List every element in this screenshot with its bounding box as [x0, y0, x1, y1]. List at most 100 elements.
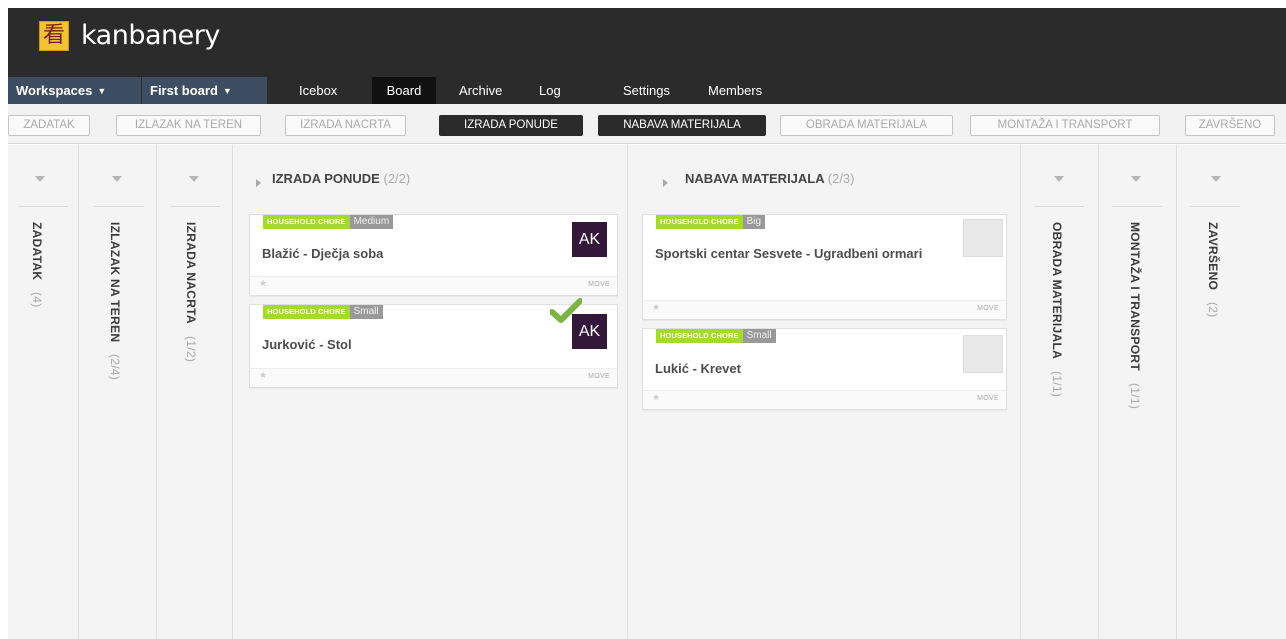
expand-column-arrow-icon[interactable] [1211, 176, 1221, 182]
column-divider [156, 145, 157, 639]
expand-column-arrow-icon[interactable] [35, 176, 45, 182]
collapsed-column-obrada-materijala[interactable]: OBRADA MATERIJALA (1/1) [1050, 222, 1064, 397]
star-icon[interactable]: ★ [652, 302, 660, 313]
column-header-rule [1190, 206, 1240, 207]
expand-column-arrow-icon[interactable] [1131, 176, 1141, 182]
column-title: IZLAZAK NA TEREN [108, 222, 122, 343]
column-title: OBRADA MATERIJALA [1050, 222, 1064, 360]
main-nav: Workspaces ▼ First board ▼ Icebox Board Ar… [8, 77, 1286, 104]
task-type-badge: HOUSEHOLD CHORE [656, 215, 743, 229]
collapsed-column-zavrseno[interactable]: ZAVRŠENO (2) [1206, 222, 1220, 317]
column-button-obrada-materijala[interactable]: OBRADA MATERIJALA [780, 115, 953, 136]
column-button-izlazak-na-teren[interactable]: IZLAZAK NA TEREN [116, 115, 261, 136]
move-button[interactable]: MOVE [588, 281, 610, 288]
column-header-rule [1112, 206, 1162, 207]
expand-column-arrow-icon[interactable] [112, 176, 122, 182]
card-tags: HOUSEHOLD CHORE Big [656, 215, 766, 229]
card-title: Lukić - Krevet [655, 361, 741, 376]
column-count: (4) [30, 291, 44, 308]
collapse-column-arrow-icon[interactable] [663, 179, 668, 187]
collapse-column-arrow-icon[interactable] [256, 179, 261, 187]
app-header: 看 kanbanery [8, 8, 1286, 77]
board-label: First board [150, 83, 218, 98]
column-header-rule [170, 206, 220, 207]
assignee-avatar: AK [572, 222, 607, 257]
column-count: (2/4) [108, 354, 122, 381]
tab-icebox[interactable]: Icebox [291, 77, 345, 104]
task-card[interactable]: HOUSEHOLD CHORE Small Jurković - Stol AK… [249, 298, 618, 388]
column-header-izrada-ponude: IZRADA PONUDE (2/2) [272, 171, 410, 186]
star-icon[interactable]: ★ [259, 370, 267, 381]
task-size-badge: Big [742, 215, 766, 229]
avatar-placeholder-image [963, 219, 1003, 257]
column-count: (2/3) [827, 171, 855, 186]
card-footer: ★ MOVE [250, 276, 617, 295]
card-tags: HOUSEHOLD CHORE Small [263, 305, 383, 319]
column-divider [1020, 145, 1021, 639]
tab-log[interactable]: Log [531, 77, 569, 104]
move-button[interactable]: MOVE [977, 305, 999, 312]
column-header-rule [18, 206, 68, 207]
tab-members[interactable]: Members [700, 77, 770, 104]
column-title: MONTAŽA I TRANSPORT [1128, 222, 1142, 372]
column-title: IZRADA NACRTA [184, 222, 198, 324]
tab-archive[interactable]: Archive [451, 77, 510, 104]
tab-settings[interactable]: Settings [615, 77, 678, 104]
card-title: Sportski centar Sesvete - Ugradbeni orma… [655, 246, 923, 261]
kanbanery-logo-icon[interactable]: 看 [39, 21, 69, 51]
column-title: ZADATAK [30, 222, 44, 281]
column-divider [1176, 145, 1177, 639]
workspaces-dropdown[interactable]: Workspaces ▼ [8, 77, 142, 104]
card-footer: ★ MOVE [643, 390, 1006, 409]
column-title: ZAVRŠENO [1206, 222, 1220, 291]
task-card[interactable]: HOUSEHOLD CHORE Medium Blažić - Dječja s… [249, 214, 618, 296]
board-dropdown[interactable]: First board ▼ [142, 77, 268, 104]
kanban-board: ZADATAK (4) IZLAZAK NA TEREN (2/4) IZRAD… [8, 145, 1286, 639]
column-header-rule [94, 206, 144, 207]
column-title: NABAVA MATERIJALA [685, 171, 825, 186]
expand-column-arrow-icon[interactable] [1054, 176, 1064, 182]
tab-board[interactable]: Board [372, 77, 436, 104]
column-count: (2) [1206, 301, 1220, 318]
task-size-badge: Medium [349, 215, 394, 229]
caret-down-icon: ▼ [222, 86, 232, 96]
column-header-rule [1034, 206, 1084, 207]
card-tags: HOUSEHOLD CHORE Medium [263, 215, 394, 229]
avatar-placeholder-image [963, 335, 1003, 373]
task-type-badge: HOUSEHOLD CHORE [263, 215, 350, 229]
move-button[interactable]: MOVE [977, 395, 999, 402]
column-button-zavrseno[interactable]: ZAVRŠENO [1185, 115, 1275, 136]
column-count: (2/2) [383, 171, 411, 186]
column-button-nabava-materijala[interactable]: NABAVA MATERIJALA [598, 115, 766, 136]
star-icon[interactable]: ★ [259, 278, 267, 289]
expand-column-arrow-icon[interactable] [189, 176, 199, 182]
column-button-izrada-ponude[interactable]: IZRADA PONUDE [439, 115, 583, 136]
column-button-zadatak[interactable]: ZADATAK [8, 115, 90, 136]
column-button-montaza-i-transport[interactable]: MONTAŽA I TRANSPORT [970, 115, 1160, 136]
card-title: Blažić - Dječja soba [262, 246, 384, 261]
task-card[interactable]: HOUSEHOLD CHORE Big Sportski centar Sesv… [642, 214, 1007, 320]
collapsed-column-izlazak-na-teren[interactable]: IZLAZAK NA TEREN (2/4) [108, 222, 122, 380]
task-size-badge: Small [349, 305, 383, 319]
star-icon[interactable]: ★ [652, 392, 660, 403]
column-divider [627, 145, 628, 639]
caret-down-icon: ▼ [97, 86, 107, 96]
column-button-izrada-nacrta[interactable]: IZRADA NACRTA [285, 115, 406, 136]
column-count: (1/1) [1128, 382, 1142, 409]
column-header-nabava-materijala: NABAVA MATERIJALA (2/3) [685, 171, 855, 186]
column-title: IZRADA PONUDE [272, 171, 380, 186]
collapsed-column-montaza-i-transport[interactable]: MONTAŽA I TRANSPORT (1/1) [1128, 222, 1142, 409]
column-count: (1/1) [1050, 370, 1064, 397]
move-button[interactable]: MOVE [588, 373, 610, 380]
task-size-badge: Small [742, 329, 776, 343]
checkmark-icon [550, 298, 582, 323]
workspaces-label: Workspaces [16, 83, 93, 98]
collapsed-column-izrada-nacrta[interactable]: IZRADA NACRTA (1/2) [184, 222, 198, 362]
app-name[interactable]: kanbanery [81, 20, 220, 51]
collapsed-column-zadatak[interactable]: ZADATAK (4) [30, 222, 44, 308]
column-divider [78, 145, 79, 639]
card-footer: ★ MOVE [250, 368, 617, 387]
card-footer: ★ MOVE [643, 300, 1006, 319]
task-card[interactable]: HOUSEHOLD CHORE Small Lukić - Krevet ★ M… [642, 328, 1007, 410]
card-title: Jurković - Stol [262, 337, 352, 352]
